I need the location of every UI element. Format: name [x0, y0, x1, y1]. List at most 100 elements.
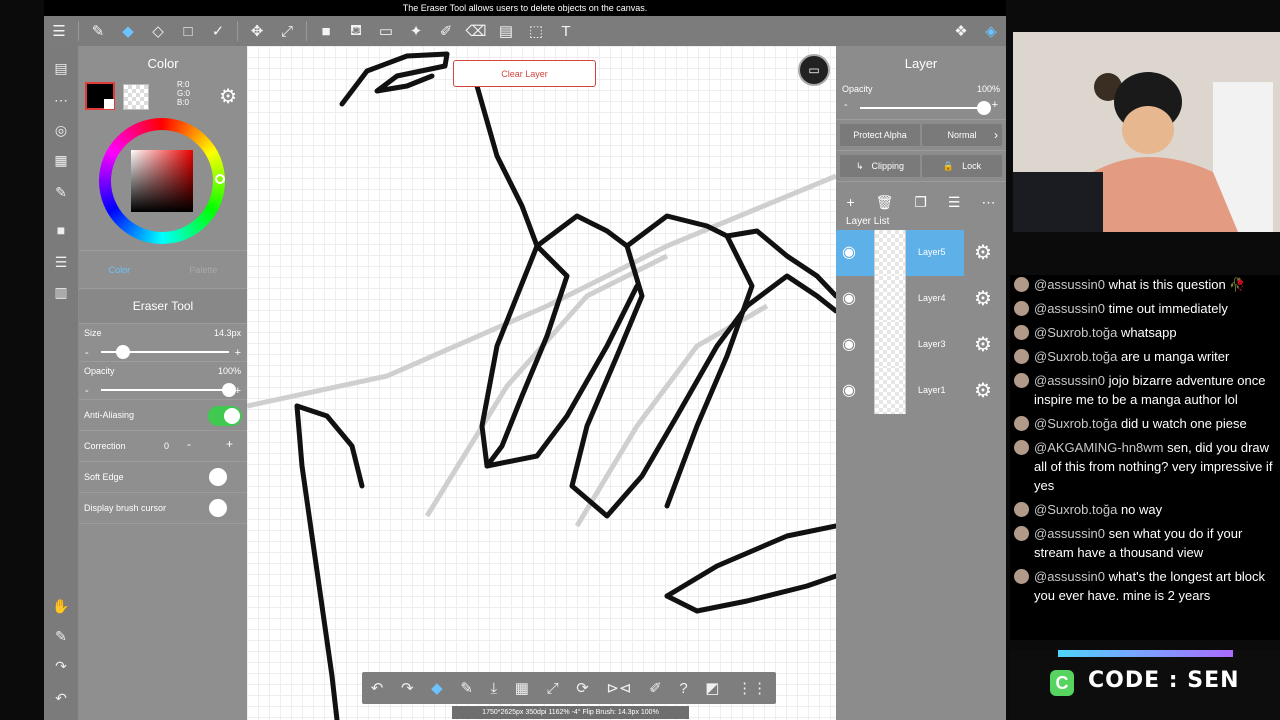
selection-icon[interactable]: ⋯ [49, 88, 73, 112]
correction-minus-button[interactable]: - [187, 437, 191, 451]
gear-icon[interactable]: ⚙ [974, 286, 992, 311]
eye-icon[interactable]: ◉ [842, 288, 856, 308]
gear-icon[interactable]: ⚙ [974, 378, 992, 403]
palette-icon[interactable]: ▥ [49, 280, 73, 304]
pen-select-icon[interactable]: ✐ [649, 679, 662, 697]
eraser-icon[interactable]: ◆ [113, 16, 143, 46]
size-slider[interactable] [101, 345, 229, 359]
layer-row[interactable]: ◉ Layer4 ⚙ [836, 276, 1006, 322]
gear-icon[interactable]: ⚙ [974, 240, 992, 265]
chat-username[interactable]: @Suxrob.toğa [1034, 325, 1117, 340]
chat-username[interactable]: @Suxrob.toğa [1034, 416, 1117, 431]
drag-handle-icon[interactable]: ⋮⋮ [737, 679, 767, 697]
text-icon[interactable]: T [551, 16, 581, 46]
layer-mode-icon[interactable]: ◩ [705, 679, 719, 697]
materials-icon[interactable]: ❖ [946, 16, 976, 46]
move-icon[interactable]: ✥ [242, 16, 272, 46]
page-icon[interactable]: ▤ [49, 56, 73, 80]
rotate-icon[interactable]: ⟳ [576, 679, 589, 697]
more-icon[interactable]: ⋯ [981, 194, 995, 211]
pen-icon[interactable]: ✎ [49, 180, 73, 204]
anti-aliasing-toggle[interactable] [208, 406, 242, 426]
drawing-canvas[interactable]: Clear Layer ▭ [247, 46, 836, 720]
hue-knob[interactable] [215, 174, 225, 184]
trash-icon[interactable]: 🗑 [876, 194, 894, 211]
brush-icon[interactable]: ✎ [83, 16, 113, 46]
fill-eraser-icon[interactable]: ◇ [143, 16, 173, 46]
layer-opacity-minus-button[interactable]: - [844, 99, 848, 111]
lock-button[interactable]: 🔒 Lock [922, 155, 1002, 177]
color-wheel[interactable] [79, 112, 247, 250]
magic-wand-icon[interactable]: ✦ [401, 16, 431, 46]
layout-icon[interactable]: ▤ [491, 16, 521, 46]
list-icon[interactable]: ☰ [49, 250, 73, 274]
clear-layer-button[interactable]: Clear Layer [453, 60, 596, 87]
duplicate-icon[interactable]: ❐ [914, 194, 927, 211]
panel-toggle-icon[interactable]: ▭ [798, 54, 830, 86]
layer-opacity-knob[interactable] [977, 101, 991, 115]
eyedropper-icon[interactable]: ✎ [460, 679, 473, 697]
layer-row[interactable]: ◉ Layer5 ⚙ [836, 230, 1006, 276]
eyedropper-icon[interactable]: ✎ [49, 624, 73, 648]
size-plus-button[interactable]: + [235, 347, 241, 359]
opacity-plus-button[interactable]: + [235, 385, 241, 397]
opacity-minus-button[interactable]: - [85, 385, 89, 397]
undo-icon[interactable]: ↶ [371, 679, 384, 697]
chat-username[interactable]: @Suxrob.toğa [1034, 502, 1117, 517]
snap-icon[interactable]: ◎ [49, 118, 73, 142]
sub-color-swatch[interactable] [123, 84, 149, 110]
shape-icon[interactable]: □ [173, 16, 203, 46]
redo-icon[interactable]: ↷ [401, 679, 414, 697]
eye-icon[interactable]: ◉ [842, 242, 856, 262]
select-icon[interactable]: ✓ [203, 16, 233, 46]
saturation-square[interactable] [131, 150, 193, 212]
clipping-button[interactable]: ↳ Clipping [840, 155, 920, 177]
eye-icon[interactable]: ◉ [842, 380, 856, 400]
color-square-icon[interactable]: ■ [311, 16, 341, 46]
eraser-select-icon[interactable]: ⌫ [461, 16, 491, 46]
gradient-icon[interactable]: ▭ [371, 16, 401, 46]
correction-plus-button[interactable]: + [226, 437, 233, 451]
color-swatch-icon[interactable]: ■ [49, 218, 73, 242]
help-icon[interactable]: ? [679, 680, 687, 697]
layer-row[interactable]: ◉ Layer1 ⚙ [836, 368, 1006, 414]
layer-opacity-slider[interactable] [860, 101, 991, 115]
opacity-slider[interactable] [101, 383, 236, 397]
blend-mode-button[interactable]: Normal › [922, 124, 1002, 146]
transform-icon[interactable]: ⤢ [272, 16, 302, 46]
layer-row[interactable]: ◉ Layer3 ⚙ [836, 322, 1006, 368]
display-cursor-toggle[interactable] [209, 499, 227, 517]
protect-alpha-button[interactable]: Protect Alpha [840, 124, 920, 146]
ruler-icon[interactable]: ▦ [49, 148, 73, 172]
soft-edge-toggle[interactable] [209, 468, 227, 486]
lasso-icon[interactable]: ⬚ [521, 16, 551, 46]
main-color-swatch[interactable] [85, 82, 115, 110]
chat-username[interactable]: @AKGAMING-hn8wm [1034, 440, 1164, 455]
tab-color[interactable]: Color [109, 265, 131, 275]
chat-username[interactable]: @assussin0 [1034, 373, 1105, 388]
save-icon[interactable]: ⤓ [491, 680, 498, 697]
list-icon[interactable]: ☰ [948, 194, 961, 211]
size-minus-button[interactable]: - [85, 347, 89, 359]
chat-username[interactable]: @Suxrob.toğa [1034, 349, 1117, 364]
pen-select-icon[interactable]: ✐ [431, 16, 461, 46]
chat-username[interactable]: @assussin0 [1034, 526, 1105, 541]
chat-username[interactable]: @assussin0 [1034, 301, 1105, 316]
eye-icon[interactable]: ◉ [842, 334, 856, 354]
add-layer-icon[interactable]: + [846, 194, 854, 210]
redo-icon[interactable]: ↷ [49, 654, 73, 678]
eraser-icon[interactable]: ◆ [431, 679, 443, 697]
tab-palette[interactable]: Palette [189, 265, 217, 275]
flip-icon[interactable]: ⊳⊲ [606, 679, 631, 697]
chat-username[interactable]: @assussin0 [1034, 569, 1105, 584]
gear-icon[interactable]: ⚙ [974, 332, 992, 357]
undo-icon[interactable]: ↶ [49, 686, 73, 710]
grid-icon[interactable]: ▦ [515, 679, 529, 697]
hand-icon[interactable]: ✋ [49, 594, 73, 618]
menu-icon[interactable]: ☰ [44, 16, 74, 46]
fill-bucket-icon[interactable]: ⛾ [341, 16, 371, 46]
layers-icon[interactable]: ◈ [976, 16, 1006, 46]
size-slider-knob[interactable] [115, 345, 130, 359]
gear-icon[interactable]: ⚙ [219, 84, 237, 109]
chat-username[interactable]: @assussin0 [1034, 277, 1105, 292]
